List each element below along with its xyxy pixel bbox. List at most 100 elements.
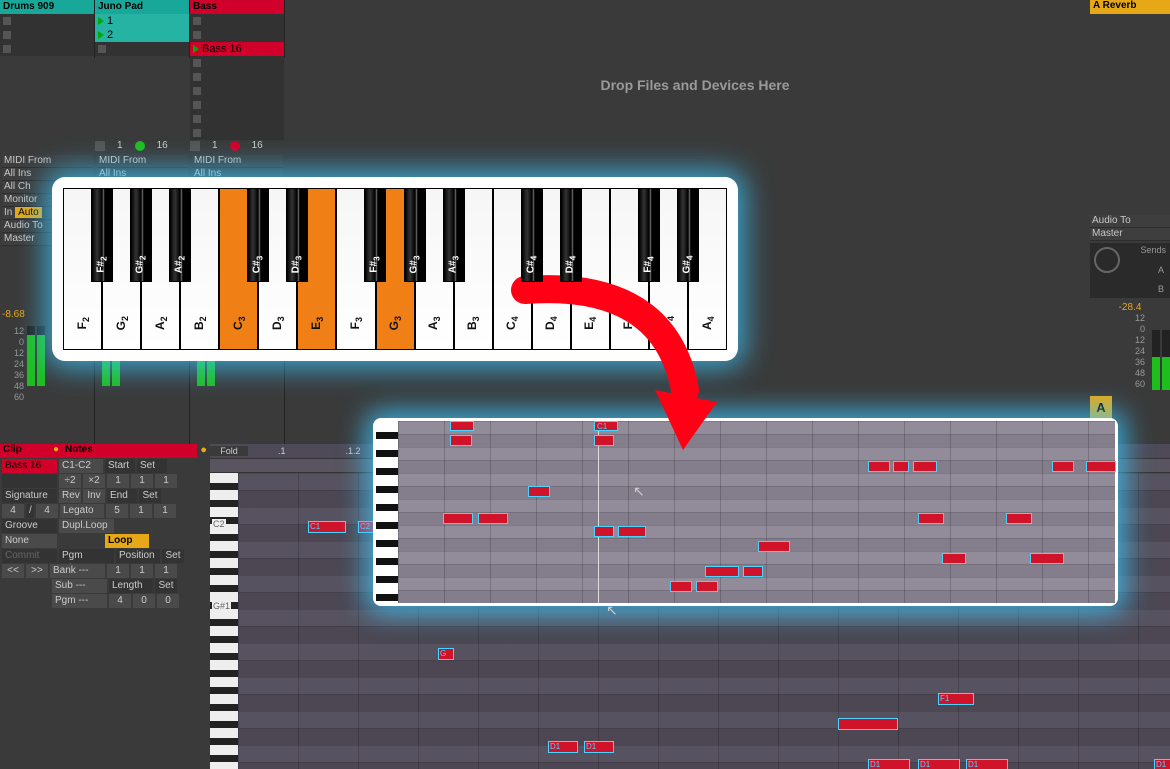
- clip-slot[interactable]: 1: [95, 14, 189, 28]
- midi-note[interactable]: F1: [938, 693, 974, 705]
- dupl-loop-button[interactable]: Dupl.Loop: [59, 519, 114, 533]
- return-activator[interactable]: A: [1090, 396, 1112, 418]
- clip-slot[interactable]: [0, 28, 94, 42]
- black-key-G#3[interactable]: G#3: [404, 188, 426, 282]
- sig-num[interactable]: 4: [2, 504, 24, 518]
- clip-overlay-keys[interactable]: [376, 421, 398, 603]
- midi-note[interactable]: [618, 526, 646, 537]
- groove-value[interactable]: None: [2, 534, 57, 548]
- clip-slot[interactable]: [190, 98, 284, 112]
- stop-icon[interactable]: [190, 141, 200, 151]
- midi-note[interactable]: [594, 526, 614, 537]
- clip-slot[interactable]: [190, 112, 284, 126]
- midi-note[interactable]: [743, 566, 763, 577]
- black-key-G#2[interactable]: G#2: [130, 188, 152, 282]
- black-key-F#4[interactable]: F#4: [638, 188, 660, 282]
- midi-note[interactable]: [758, 541, 790, 552]
- rev-button[interactable]: Rev: [59, 489, 81, 503]
- clip-overlay-grid[interactable]: ↖ C1: [398, 421, 1115, 603]
- nav-prev-button[interactable]: <<: [2, 564, 24, 578]
- midi-note[interactable]: [705, 566, 739, 577]
- black-key-D#4[interactable]: D#4: [560, 188, 582, 282]
- drop-area[interactable]: Drop Files and Devices Here: [300, 0, 1090, 170]
- midi-note[interactable]: C1: [308, 521, 346, 533]
- black-key-D#3[interactable]: D#3: [286, 188, 308, 282]
- midi-note[interactable]: [942, 553, 966, 564]
- legato-button[interactable]: Legato: [60, 504, 104, 518]
- clip-name-field[interactable]: Bass 16: [2, 459, 57, 473]
- black-key-A#3[interactable]: A#3: [443, 188, 465, 282]
- track-header-bass[interactable]: Bass: [190, 0, 284, 14]
- midi-note[interactable]: [528, 486, 550, 497]
- midi-note[interactable]: [868, 461, 890, 472]
- stop-icon[interactable]: [95, 141, 105, 151]
- midi-note[interactable]: [670, 581, 692, 592]
- commit-button[interactable]: Commit: [2, 549, 57, 563]
- fold-button[interactable]: Fold: [210, 446, 248, 456]
- sig-den[interactable]: 4: [36, 504, 58, 518]
- midi-note[interactable]: [1030, 553, 1064, 564]
- midi-note[interactable]: D1: [918, 759, 960, 769]
- midi-note[interactable]: G: [438, 648, 454, 660]
- clip-slot[interactable]: 2: [95, 28, 189, 42]
- midi-note[interactable]: [1086, 461, 1116, 472]
- track-header-drums[interactable]: Drums 909: [0, 0, 94, 14]
- clip-slot[interactable]: [190, 84, 284, 98]
- black-key-F#3[interactable]: F#3: [364, 188, 386, 282]
- clip-tab[interactable]: Clip●: [0, 444, 62, 458]
- piano-roll-keys[interactable]: C2 G#1: [210, 473, 238, 769]
- clip-slot[interactable]: [0, 14, 94, 28]
- midi-note[interactable]: [1006, 513, 1032, 524]
- sub-field[interactable]: Sub ---: [52, 579, 107, 593]
- midi-note[interactable]: [913, 461, 937, 472]
- inv-button[interactable]: Inv: [83, 489, 105, 503]
- midi-note[interactable]: [1052, 461, 1074, 472]
- clip-slot[interactable]: [190, 28, 284, 42]
- send-knob-a[interactable]: [1094, 247, 1120, 273]
- clip-slot[interactable]: [190, 126, 284, 140]
- clip-slot[interactable]: [190, 14, 284, 28]
- midi-note[interactable]: [893, 461, 909, 472]
- clip-slot[interactable]: [190, 70, 284, 84]
- loop-toggle[interactable]: Loop: [105, 534, 149, 548]
- half-button[interactable]: ×2: [83, 474, 105, 488]
- midi-note[interactable]: D1: [548, 741, 578, 753]
- midi-note[interactable]: D1: [868, 759, 910, 769]
- midi-note[interactable]: [443, 513, 473, 524]
- clip-slot[interactable]: [95, 42, 189, 56]
- midi-note[interactable]: D1: [966, 759, 1008, 769]
- midi-note[interactable]: [838, 718, 898, 730]
- midi-clip-overlay[interactable]: ↖ C1: [373, 418, 1118, 606]
- clip-slot[interactable]: [0, 42, 94, 56]
- nav-next-button[interactable]: >>: [26, 564, 48, 578]
- clip-slot-bass16[interactable]: Bass 16: [190, 42, 284, 56]
- set-start-button[interactable]: Set: [137, 459, 167, 473]
- master-dropdown[interactable]: Master: [1090, 228, 1170, 241]
- playhead[interactable]: [598, 421, 599, 603]
- track-header-juno[interactable]: Juno Pad: [95, 0, 189, 14]
- black-key-A#2[interactable]: A#2: [169, 188, 191, 282]
- midi-note[interactable]: D1: [1154, 759, 1170, 769]
- piano-keyboard[interactable]: F2G2A2B2C3D3E3F3G3A3B3C4D4E4F4G4A4F#2G#2…: [63, 188, 727, 350]
- clip-slot[interactable]: [190, 56, 284, 70]
- midi-note[interactable]: [696, 581, 718, 592]
- loop-marker[interactable]: C1: [594, 421, 618, 431]
- black-key-F#2[interactable]: F#2: [91, 188, 113, 282]
- track-juno[interactable]: Juno Pad 1 2: [95, 0, 190, 58]
- track-drums[interactable]: Drums 909: [0, 0, 95, 58]
- midi-note[interactable]: [478, 513, 508, 524]
- bank-field[interactable]: Bank ---: [50, 564, 105, 578]
- track-bass[interactable]: Bass Bass 16: [190, 0, 285, 58]
- black-key-G#4[interactable]: G#4: [677, 188, 699, 282]
- notes-tab[interactable]: Notes: [62, 444, 197, 458]
- return-track-a[interactable]: A Reverb: [1090, 0, 1170, 14]
- midi-note[interactable]: [450, 435, 472, 446]
- midi-note[interactable]: [918, 513, 944, 524]
- midi-note[interactable]: [594, 435, 614, 446]
- set-end-button[interactable]: Set: [139, 489, 161, 503]
- double-button[interactable]: ÷2: [59, 474, 81, 488]
- black-key-C#3[interactable]: C#3: [247, 188, 269, 282]
- note-range[interactable]: C1-C2: [59, 459, 103, 473]
- pgm-field[interactable]: Pgm ---: [52, 594, 107, 608]
- loop-marker[interactable]: [450, 421, 474, 431]
